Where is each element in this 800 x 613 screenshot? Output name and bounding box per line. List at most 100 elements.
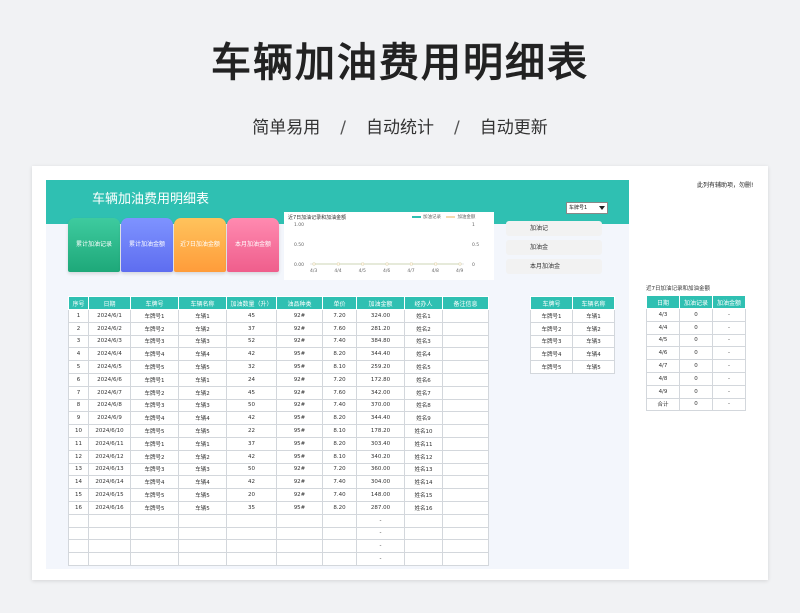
table-cell[interactable] xyxy=(442,372,489,387)
table-cell[interactable]: 95# xyxy=(276,360,323,374)
table-cell[interactable]: 16 xyxy=(68,500,89,515)
table-cell[interactable]: 2024/6/12 xyxy=(88,449,131,464)
table-cell[interactable]: 340.20 xyxy=(356,449,405,464)
table-cell[interactable]: 10 xyxy=(68,424,89,438)
table-cell[interactable]: 0 xyxy=(679,359,713,373)
table-cell[interactable]: - xyxy=(712,308,746,322)
table-cell[interactable]: 95# xyxy=(276,500,323,515)
table-cell[interactable]: 车牌号3 xyxy=(530,334,573,349)
table-cell[interactable]: 4/5 xyxy=(646,333,680,348)
table-cell[interactable]: 12 xyxy=(68,449,89,464)
table-cell[interactable] xyxy=(442,385,489,400)
table-cell[interactable] xyxy=(226,539,277,554)
table-cell[interactable]: - xyxy=(356,552,405,566)
table-cell[interactable]: 车牌号5 xyxy=(530,360,573,374)
table-cell[interactable]: 2024/6/3 xyxy=(88,334,131,349)
table-cell[interactable]: 45 xyxy=(226,385,277,400)
table-cell[interactable]: 37 xyxy=(226,321,277,336)
table-cell[interactable]: 车辆5 xyxy=(178,424,227,438)
table-cell[interactable] xyxy=(276,513,323,528)
table-cell[interactable]: 8.20 xyxy=(322,411,357,426)
table-cell[interactable]: 7.60 xyxy=(322,385,357,400)
table-cell[interactable] xyxy=(68,513,89,528)
table-cell[interactable]: - xyxy=(712,397,746,412)
table-cell[interactable]: 车牌号1 xyxy=(130,309,179,323)
table-cell[interactable]: 37 xyxy=(226,436,277,451)
table-cell[interactable]: 车牌号3 xyxy=(130,334,179,349)
table-cell[interactable]: 148.00 xyxy=(356,488,405,502)
table-cell[interactable]: 姓名4 xyxy=(404,347,443,362)
table-cell[interactable]: 2024/6/8 xyxy=(88,398,131,413)
table-cell[interactable]: 50 xyxy=(226,398,277,413)
table-cell[interactable] xyxy=(442,526,489,541)
table-cell[interactable] xyxy=(276,526,323,541)
table-cell[interactable]: 92# xyxy=(276,462,323,477)
table-cell[interactable]: 303.40 xyxy=(356,436,405,451)
table-cell[interactable]: 2024/6/1 xyxy=(88,309,131,323)
table-cell[interactable]: 姓名10 xyxy=(404,424,443,438)
table-cell[interactable]: 车牌号5 xyxy=(130,360,179,374)
table-cell[interactable]: 4/4 xyxy=(646,320,680,335)
table-cell[interactable]: 姓名15 xyxy=(404,488,443,502)
table-cell[interactable]: 姓名13 xyxy=(404,462,443,477)
table-cell[interactable] xyxy=(442,539,489,554)
table-cell[interactable]: 95# xyxy=(276,411,323,426)
table-cell[interactable] xyxy=(130,513,179,528)
table-cell[interactable]: 384.80 xyxy=(356,334,405,349)
table-cell[interactable]: 0 xyxy=(679,308,713,322)
table-cell[interactable]: 344.40 xyxy=(356,411,405,426)
table-cell[interactable] xyxy=(178,526,227,541)
table-cell[interactable]: 0 xyxy=(679,371,713,386)
table-cell[interactable]: 车辆4 xyxy=(178,347,227,362)
table-cell[interactable]: 5 xyxy=(68,360,89,374)
table-cell[interactable]: 95# xyxy=(276,424,323,438)
table-cell[interactable]: 6 xyxy=(68,372,89,387)
table-cell[interactable]: 0 xyxy=(679,320,713,335)
table-cell[interactable] xyxy=(442,321,489,336)
table-cell[interactable]: 0 xyxy=(679,397,713,412)
table-cell[interactable]: 车辆2 xyxy=(178,449,227,464)
table-cell[interactable]: 姓名7 xyxy=(404,385,443,400)
table-cell[interactable] xyxy=(322,526,357,541)
table-cell[interactable]: - xyxy=(712,333,746,348)
table-cell[interactable]: 车辆2 xyxy=(178,321,227,336)
table-cell[interactable]: - xyxy=(712,384,746,399)
table-cell[interactable]: 姓名11 xyxy=(404,436,443,451)
table-cell[interactable]: 车牌号2 xyxy=(530,321,573,336)
table-cell[interactable] xyxy=(442,475,489,490)
table-cell[interactable]: 7 xyxy=(68,385,89,400)
table-cell[interactable] xyxy=(404,513,443,528)
table-cell[interactable]: 2024/6/7 xyxy=(88,385,131,400)
table-cell[interactable]: 370.00 xyxy=(356,398,405,413)
table-cell[interactable]: 8.10 xyxy=(322,449,357,464)
table-cell[interactable]: 4/8 xyxy=(646,371,680,386)
table-cell[interactable] xyxy=(88,513,131,528)
table-cell[interactable]: 4 xyxy=(68,347,89,362)
table-cell[interactable] xyxy=(442,360,489,374)
table-cell[interactable] xyxy=(442,347,489,362)
table-cell[interactable]: 8.20 xyxy=(322,436,357,451)
table-cell[interactable]: 8.10 xyxy=(322,360,357,374)
table-cell[interactable]: 3 xyxy=(68,334,89,349)
table-cell[interactable]: 姓名8 xyxy=(404,398,443,413)
table-cell[interactable]: 95# xyxy=(276,436,323,451)
table-cell[interactable]: 2024/6/15 xyxy=(88,488,131,502)
table-cell[interactable]: 车牌号1 xyxy=(130,436,179,451)
table-cell[interactable]: 8.10 xyxy=(322,424,357,438)
table-cell[interactable]: 车牌号1 xyxy=(530,309,573,323)
table-cell[interactable]: 车辆3 xyxy=(178,462,227,477)
table-cell[interactable]: 42 xyxy=(226,449,277,464)
table-cell[interactable]: 姓名9 xyxy=(404,411,443,426)
table-cell[interactable] xyxy=(276,539,323,554)
table-cell[interactable] xyxy=(88,526,131,541)
table-cell[interactable]: 24 xyxy=(226,372,277,387)
table-cell[interactable]: 42 xyxy=(226,411,277,426)
table-cell[interactable] xyxy=(322,552,357,566)
table-cell[interactable]: 车牌号4 xyxy=(130,347,179,362)
table-cell[interactable]: 95# xyxy=(276,449,323,464)
table-cell[interactable] xyxy=(178,539,227,554)
table-cell[interactable]: 324.00 xyxy=(356,309,405,323)
table-cell[interactable]: 178.20 xyxy=(356,424,405,438)
table-cell[interactable] xyxy=(178,552,227,566)
table-cell[interactable] xyxy=(442,398,489,413)
